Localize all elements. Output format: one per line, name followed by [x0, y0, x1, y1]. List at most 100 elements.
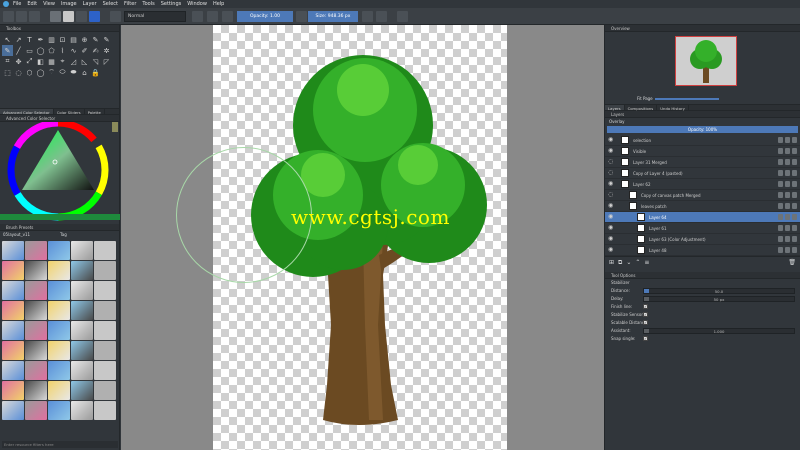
brush-preset-item[interactable]: [48, 381, 70, 400]
contiguous-select-icon[interactable]: ⌔: [46, 67, 57, 78]
layer-row[interactable]: ◌ Copy of Layer 4 (pasted): [605, 168, 800, 179]
edit-gradient-icon[interactable]: ▥: [46, 34, 57, 45]
alpha-lock-icon[interactable]: [785, 181, 790, 187]
inherit-alpha-icon[interactable]: [792, 225, 797, 231]
brush-preset-item[interactable]: [25, 301, 47, 320]
lock-icon[interactable]: [778, 170, 783, 176]
layer-row[interactable]: ◉ Layer 62: [605, 179, 800, 190]
brush-preset-item[interactable]: [2, 341, 24, 360]
brush-preset-item[interactable]: [48, 361, 70, 380]
layer-name[interactable]: leaves patch: [641, 201, 667, 212]
layer-properties-icon[interactable]: ≡: [644, 259, 649, 266]
fill-gradient-icon[interactable]: [50, 11, 61, 22]
brush-preset-item[interactable]: [2, 321, 24, 340]
brush-preset-item[interactable]: [25, 241, 47, 260]
colorize-icon[interactable]: ▤: [68, 34, 79, 45]
inherit-alpha-icon[interactable]: [792, 181, 797, 187]
save-icon[interactable]: [29, 11, 40, 22]
brush-preset-item[interactable]: [71, 341, 93, 360]
inherit-alpha-icon[interactable]: [792, 236, 797, 242]
brush-preset-item[interactable]: [94, 281, 116, 300]
measure-tool-icon[interactable]: ⊡: [57, 34, 68, 45]
gradient-tool-icon[interactable]: ▦: [46, 56, 57, 67]
inherit-alpha-icon[interactable]: [792, 137, 797, 143]
alpha-lock-icon[interactable]: [785, 192, 790, 198]
visibility-eye-icon[interactable]: ◉: [608, 181, 614, 187]
transform-tool-icon[interactable]: ⤢: [24, 56, 35, 67]
finish-line-checkbox[interactable]: ✓: [643, 304, 648, 309]
brush-preset-item[interactable]: [48, 321, 70, 340]
layer-name[interactable]: Layer 64: [649, 212, 667, 223]
color-wheel[interactable]: [0, 119, 120, 222]
menu-edit[interactable]: Edit: [27, 1, 37, 7]
brush-search-input[interactable]: Enter resource filters here: [2, 441, 118, 448]
layer-name[interactable]: Layer 63 (Color Adjustment): [649, 234, 706, 245]
rectangle-tool-icon[interactable]: ▭: [24, 45, 35, 56]
brush-preset-item[interactable]: [71, 361, 93, 380]
brush-tag-label[interactable]: Tag: [60, 231, 67, 239]
menu-view[interactable]: View: [43, 1, 55, 7]
alpha-lock-icon[interactable]: [785, 214, 790, 220]
brush-preset-item[interactable]: [25, 341, 47, 360]
polyline-tool-icon[interactable]: ⌇: [57, 45, 68, 56]
freehand-select-icon[interactable]: ◯: [35, 67, 46, 78]
lock-alpha-icon[interactable]: [222, 11, 233, 22]
inherit-alpha-icon[interactable]: [792, 170, 797, 176]
lock-icon[interactable]: [778, 203, 783, 209]
multibrush-icon[interactable]: ✲: [101, 45, 112, 56]
visibility-eye-icon[interactable]: ◉: [608, 137, 614, 143]
brush-preset-item[interactable]: [48, 241, 70, 260]
inherit-alpha-icon[interactable]: [792, 148, 797, 154]
brush-preset-item[interactable]: [25, 401, 47, 420]
brush-preset-item[interactable]: [25, 381, 47, 400]
line-tool-icon[interactable]: ╱: [13, 45, 24, 56]
stabilizer-label[interactable]: Stabilizer: [611, 280, 630, 285]
layer-row[interactable]: ◉ Layer 63 (Color Adjustment): [605, 234, 800, 245]
blend-mode-select[interactable]: Normal: [124, 11, 186, 22]
assistant-slider[interactable]: 1.000: [643, 328, 795, 334]
ellipse-tool-icon[interactable]: ◯: [35, 45, 46, 56]
color-picker-icon[interactable]: ⌖: [57, 56, 68, 67]
lock-icon[interactable]: 🔒: [90, 67, 101, 78]
inherit-alpha-icon[interactable]: [792, 247, 797, 253]
brush-preset-item[interactable]: [71, 281, 93, 300]
delete-layer-icon[interactable]: 🗑: [788, 259, 796, 266]
magnetic-select-icon[interactable]: ⌂: [79, 67, 90, 78]
brush-preset-item[interactable]: [2, 381, 24, 400]
brush-preset-item[interactable]: [48, 281, 70, 300]
move-tool-icon[interactable]: ✥: [13, 56, 24, 67]
menu-help[interactable]: Help: [213, 1, 224, 7]
layer-name[interactable]: Layer 48: [649, 245, 667, 256]
fg-color-swatch[interactable]: [112, 122, 118, 132]
layer-row[interactable]: ◌ Copy of canvas patch Merged: [605, 190, 800, 201]
zoom-slider[interactable]: [655, 98, 719, 100]
rect-select-icon[interactable]: ⬚: [2, 67, 13, 78]
brush-preset-item[interactable]: [94, 241, 116, 260]
size-lock-icon[interactable]: [362, 11, 373, 22]
similar-select-icon[interactable]: ⬭: [57, 67, 68, 78]
layer-row[interactable]: ◉ selection: [605, 135, 800, 146]
lock-icon[interactable]: [778, 225, 783, 231]
menu-tools[interactable]: Tools: [142, 1, 154, 7]
brush-preset-icon[interactable]: [89, 11, 100, 22]
calligraphy-icon[interactable]: ✒: [35, 34, 46, 45]
open-document-icon[interactable]: [16, 11, 27, 22]
lock-icon[interactable]: [778, 214, 783, 220]
bezier-tool-icon[interactable]: ∿: [68, 45, 79, 56]
brush-preset-item[interactable]: [2, 261, 24, 280]
brush-preset-item[interactable]: [71, 261, 93, 280]
tab-layers[interactable]: Layers: [605, 105, 625, 111]
alpha-lock-icon[interactable]: [785, 159, 790, 165]
layer-name[interactable]: selection: [633, 135, 651, 146]
brush-preset-item[interactable]: [2, 241, 24, 260]
brush-preset-item[interactable]: [94, 401, 116, 420]
menu-filter[interactable]: Filter: [124, 1, 136, 7]
brush-preset-item[interactable]: [71, 241, 93, 260]
tab-advanced-color[interactable]: Advanced Color Selector: [0, 109, 54, 115]
layer-name[interactable]: Visible: [633, 146, 646, 157]
visibility-eye-icon[interactable]: ◉: [608, 225, 614, 231]
polygon-select-icon[interactable]: ⬡: [24, 67, 35, 78]
alpha-lock-icon[interactable]: [785, 203, 790, 209]
brush-preset-item[interactable]: [2, 361, 24, 380]
layer-name[interactable]: Layer 62: [633, 179, 651, 190]
